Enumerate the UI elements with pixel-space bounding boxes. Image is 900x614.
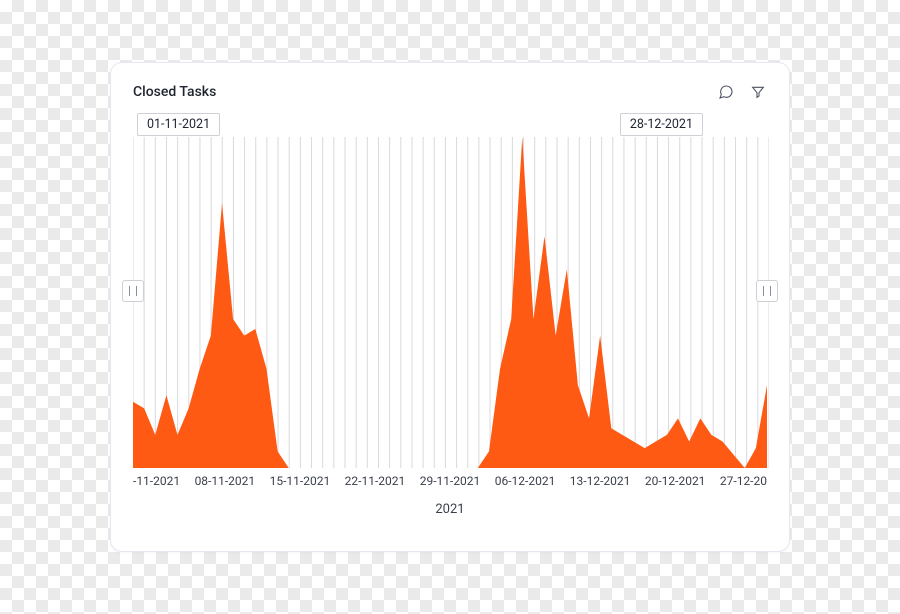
x-tick: 13-12-2021 bbox=[570, 474, 631, 488]
x-tick: 08-11-2021 bbox=[195, 474, 256, 488]
x-tick: 27-12-20 bbox=[720, 474, 767, 488]
range-end-badge: 28-12-2021 bbox=[620, 113, 703, 136]
area-series bbox=[133, 137, 767, 468]
header-actions bbox=[717, 83, 767, 101]
x-tick: -11-2021 bbox=[133, 474, 180, 488]
x-tick: 15-11-2021 bbox=[270, 474, 331, 488]
chart-area: 01-11-2021 28-12-2021 bbox=[133, 113, 767, 468]
range-handle-right[interactable] bbox=[756, 280, 778, 302]
comment-icon[interactable] bbox=[717, 83, 735, 101]
x-tick: 06-12-2021 bbox=[495, 474, 556, 488]
x-axis-ticks: -11-2021 08-11-2021 15-11-2021 22-11-2021 29… bbox=[133, 474, 767, 488]
card-header: Closed Tasks bbox=[133, 81, 767, 103]
x-tick: 20-12-2021 bbox=[645, 474, 706, 488]
range-handle-left[interactable] bbox=[122, 280, 144, 302]
chart-card: Closed Tasks 01-11-2021 28-12-2021 -11-2… bbox=[110, 62, 790, 552]
chart-title: Closed Tasks bbox=[133, 84, 216, 100]
filter-icon[interactable] bbox=[749, 83, 767, 101]
x-tick: 22-11-2021 bbox=[345, 474, 406, 488]
x-tick: 29-11-2021 bbox=[420, 474, 481, 488]
range-start-badge: 01-11-2021 bbox=[137, 113, 220, 136]
x-axis-year: 2021 bbox=[133, 502, 767, 517]
